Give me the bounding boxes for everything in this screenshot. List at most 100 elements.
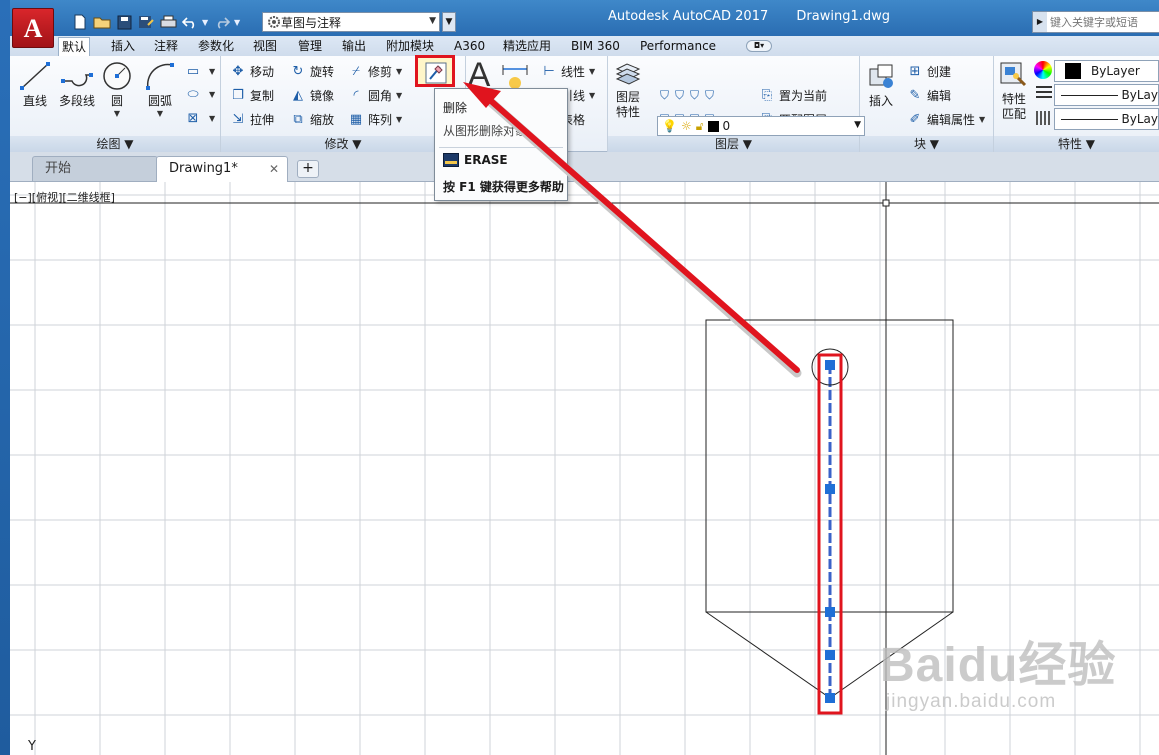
tab-view[interactable]: 视图	[250, 37, 280, 56]
layers-panel-title[interactable]: 图层 ▼	[608, 136, 859, 152]
tab-drawing1[interactable]: Drawing1* ✕	[156, 156, 288, 182]
tab-default[interactable]: 默认	[58, 37, 91, 56]
layer-off-icon[interactable]: ⛉	[660, 88, 669, 103]
tab-parametric[interactable]: 参数化	[195, 37, 237, 56]
app-name: Autodesk AutoCAD 2017	[608, 9, 769, 24]
layer-color-swatch	[707, 120, 719, 132]
rectangle-tool[interactable]: ▭ ▼	[184, 61, 215, 81]
draw-panel-label: 绘图	[96, 137, 121, 151]
erase-button[interactable]	[415, 55, 455, 87]
circle-tool-label: 圆	[110, 94, 123, 108]
application-menu-button[interactable]: A	[12, 8, 54, 48]
mirror-tool[interactable]: ◭ 镜像	[289, 85, 334, 105]
insert-block-tool[interactable]: 插入	[864, 62, 898, 109]
match-properties-label-2: 匹配	[1001, 107, 1026, 121]
layer-isolate-icon[interactable]: ⛉	[675, 88, 684, 103]
tab-insert[interactable]: 插入	[108, 37, 138, 56]
edit-block-button[interactable]: ✎ 编辑	[906, 85, 951, 105]
help-search-input[interactable]	[1047, 15, 1159, 29]
edit-attributes-button[interactable]: ✐ 编辑属性 ▼	[906, 109, 986, 129]
layer-name: 0	[722, 119, 731, 133]
save-as-icon[interactable]	[136, 12, 156, 32]
grip-top[interactable]	[825, 360, 835, 370]
customize-toolbar-button[interactable]: ▼	[442, 12, 456, 32]
rotate-tool[interactable]: ↻ 旋转	[289, 61, 334, 81]
color-value: ByLayer	[1091, 64, 1140, 78]
grip-funnel[interactable]	[825, 650, 835, 660]
tab-annotate[interactable]: 注释	[151, 37, 181, 56]
line-tool[interactable]: 直线	[16, 60, 54, 109]
tab-addins[interactable]: 附加模块	[383, 37, 437, 56]
tab-featured-apps[interactable]: 精选应用	[500, 37, 554, 56]
search-expand-icon[interactable]: ▶	[1033, 12, 1047, 32]
hatch-icon: ⊠	[187, 110, 199, 126]
tab-performance[interactable]: Performance	[637, 37, 719, 56]
undo-dropdown-icon[interactable]: ▼	[202, 12, 210, 32]
tab-start[interactable]: 开始	[32, 156, 158, 182]
set-current-layer-button[interactable]: ⎘ 置为当前	[758, 85, 827, 105]
arc-tool[interactable]: 圆弧 ▼	[140, 60, 180, 118]
tab-manage[interactable]: 管理	[295, 37, 325, 56]
undo-icon[interactable]	[180, 12, 200, 32]
command-icon	[443, 153, 459, 167]
lineweight-icon	[1036, 86, 1052, 100]
arc-icon	[146, 63, 174, 90]
dimension-icon	[502, 65, 528, 89]
array-tool[interactable]: ▦ 阵列 ▼	[347, 109, 402, 129]
close-icon[interactable]: ✕	[269, 157, 279, 181]
redo-dropdown-icon[interactable]: ▼	[234, 12, 242, 32]
chevron-down-icon: ▼	[396, 114, 403, 124]
ellipse-icon: ⬭	[187, 86, 199, 102]
create-block-button[interactable]: ⊞ 创建	[906, 61, 951, 81]
polyline-tool[interactable]: 多段线	[54, 60, 100, 109]
copy-tool[interactable]: ❐ 复制	[229, 85, 274, 105]
ellipse-tool[interactable]: ⬭ ▼	[184, 84, 215, 104]
layer-freeze-icon[interactable]: ⛉	[690, 88, 699, 103]
scale-tool[interactable]: ⧉ 缩放	[289, 109, 334, 129]
draw-panel-title[interactable]: 绘图 ▼	[10, 136, 220, 152]
trim-tool[interactable]: ⌿ 修剪 ▼	[347, 61, 402, 81]
linetype-preview	[1061, 118, 1118, 120]
move-tool[interactable]: ✥ 移动	[229, 61, 274, 81]
save-icon[interactable]	[114, 12, 134, 32]
trim-icon: ⌿	[352, 63, 360, 79]
insert-label: 插入	[868, 94, 893, 108]
tooltip-command-name: ERASE	[464, 153, 508, 167]
grip-lower[interactable]	[825, 607, 835, 617]
modify-panel-title[interactable]: 修改 ▼	[221, 136, 465, 152]
sun-icon: ☼	[680, 119, 692, 133]
stretch-tool[interactable]: ⇲ 拉伸	[229, 109, 274, 129]
layer-select[interactable]: 💡 ☼ 🔓︎ 0 ▼	[657, 116, 865, 136]
circle-tool[interactable]: 圆 ▼	[98, 60, 136, 118]
layer-lock-icon[interactable]: ⛉	[705, 88, 714, 103]
color-wheel-icon[interactable]	[1034, 61, 1052, 79]
redo-icon[interactable]	[212, 12, 232, 32]
arc-dropdown-icon[interactable]: ▼	[140, 109, 180, 118]
hatch-tool[interactable]: ⊠ ▼	[184, 108, 216, 128]
tab-a360[interactable]: A360	[451, 37, 488, 56]
open-folder-icon[interactable]	[92, 12, 112, 32]
new-file-icon[interactable]	[70, 12, 90, 32]
lineweight-select[interactable]: ByLay	[1054, 84, 1159, 106]
color-select[interactable]: ByLayer	[1054, 60, 1159, 82]
layer-properties-tool[interactable]: 图层 特性	[612, 60, 644, 120]
file-tab-bar: 开始 Drawing1* ✕ +	[10, 152, 1159, 182]
ribbon-minimize-toggle[interactable]: ◘▾	[746, 40, 772, 52]
linetype-select[interactable]: ByLay	[1054, 108, 1159, 130]
ribbon: 直线 多段线 圆 ▼ 圆弧 ▼ ▭ ▼ ⬭ ▼ ⊠ ▼ 绘图 ▼ ✥ 移动 ❐ 复制 ⇲ 拉…	[10, 56, 1159, 152]
block-panel-title[interactable]: 块 ▼	[860, 136, 993, 152]
print-icon[interactable]	[158, 12, 178, 32]
match-properties-tool[interactable]: 特性 匹配	[996, 60, 1032, 122]
linear-dimension-tool[interactable]: ⊢ 线性 ▼	[540, 61, 595, 81]
tab-bim360[interactable]: BIM 360	[568, 37, 623, 56]
new-tab-button[interactable]: +	[297, 160, 319, 178]
grip-mid[interactable]	[825, 484, 835, 494]
workspace-select[interactable]: 草图与注释 ▼	[262, 12, 440, 32]
tab-output[interactable]: 输出	[339, 37, 369, 56]
fillet-tool[interactable]: ◜ 圆角 ▼	[347, 85, 402, 105]
viewport-controls[interactable]: [−][俯视][二维线框]	[14, 189, 115, 205]
grip-bottom[interactable]	[825, 693, 835, 703]
properties-panel-title[interactable]: 特性 ▼	[994, 136, 1159, 152]
line-tool-label: 直线	[22, 94, 47, 108]
circle-dropdown-icon[interactable]: ▼	[98, 109, 136, 118]
